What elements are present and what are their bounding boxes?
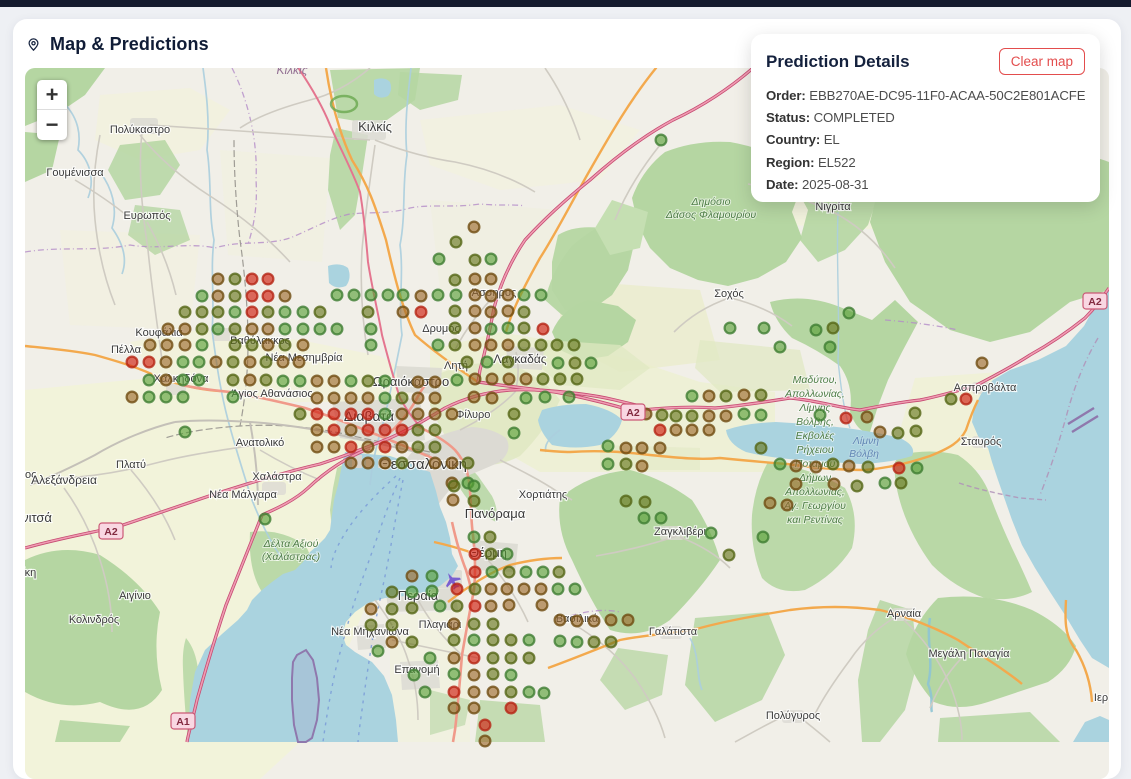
svg-text:Αρναία: Αρναία [887, 608, 922, 620]
svg-text:ελίκη: ελίκη [25, 567, 36, 579]
svg-text:Δήμων: Δήμων [798, 472, 832, 484]
svg-text:Δέλτα Αξιού: Δέλτα Αξιού [263, 538, 319, 550]
svg-text:A2: A2 [626, 407, 640, 419]
svg-text:Ασπροβάλτα: Ασπροβάλτα [954, 382, 1017, 394]
svg-text:αννιτσά: αννιτσά [25, 510, 52, 525]
svg-text:Μαδύτου,: Μαδύτου, [793, 374, 838, 386]
svg-text:Νέα Μάλγαρα: Νέα Μάλγαρα [209, 489, 277, 501]
svg-text:Δημόσιο: Δημόσιο [691, 196, 731, 208]
svg-text:Λαγκαδάς: Λαγκαδάς [493, 352, 546, 366]
svg-text:Γουμένισσα: Γουμένισσα [46, 167, 104, 179]
svg-text:Μεγάλη Παναγία: Μεγάλη Παναγία [928, 648, 1010, 660]
svg-text:Πανόραμα: Πανόραμα [465, 506, 526, 521]
svg-text:Δάσος Φλαμουρίου: Δάσος Φλαμουρίου [665, 209, 757, 221]
svg-text:Πολύκαστρο: Πολύκαστρο [110, 124, 170, 136]
svg-text:Αλεξάνδρεια: Αλεξάνδρεια [31, 473, 97, 487]
svg-text:Πέλλα: Πέλλα [111, 344, 142, 356]
svg-text:Άγιος Αθανάσιος: Άγιος Αθανάσιος [231, 388, 312, 400]
svg-text:Πολύγυρος: Πολύγυρος [766, 710, 820, 722]
svg-text:Κιλκίς: Κιλκίς [358, 119, 392, 134]
svg-text:Πλατύ: Πλατύ [116, 459, 146, 471]
svg-text:(Χαλάστρας): (Χαλάστρας) [262, 551, 320, 563]
svg-text:Κουφάλια: Κουφάλια [135, 327, 183, 339]
svg-text:Ανατολικό: Ανατολικό [236, 437, 285, 449]
svg-text:Νιγρίτα: Νιγρίτα [815, 201, 851, 213]
svg-text:Κολινδρός: Κολινδρός [69, 614, 119, 626]
svg-text:A2: A2 [104, 526, 118, 538]
svg-text:Φίλυρο: Φίλυρο [456, 409, 491, 421]
svg-text:Χαλάστρα: Χαλάστρα [252, 471, 302, 483]
svg-text:Ευρωπός: Ευρωπός [123, 210, 170, 222]
svg-text:Λίμνη: Λίμνη [852, 435, 879, 447]
svg-text:Κιλκίς: Κιλκίς [276, 68, 307, 77]
svg-text:Σοχός: Σοχός [714, 288, 744, 300]
svg-text:Απολλωνίας,: Απολλωνίας, [784, 388, 845, 400]
svg-text:και Ρεντίνας: και Ρεντίνας [787, 514, 844, 526]
svg-text:Βόλβη: Βόλβη [849, 448, 879, 460]
svg-text:Ιερ: Ιερ [1094, 692, 1108, 704]
svg-text:Αιγίνιο: Αιγίνιο [119, 590, 151, 602]
svg-text:Ζαγκλιβέρι: Ζαγκλιβέρι [654, 526, 707, 538]
svg-text:Εκβολές: Εκβολές [796, 430, 836, 442]
svg-text:Χορτιάτης: Χορτιάτης [519, 489, 567, 501]
svg-text:Γαλάτιστα: Γαλάτιστα [649, 626, 698, 638]
svg-text:A1: A1 [176, 716, 190, 728]
svg-text:A2: A2 [1088, 296, 1102, 308]
svg-text:Ρήχειου: Ρήχειου [796, 444, 833, 456]
svg-text:Σταυρός: Σταυρός [961, 436, 1002, 448]
